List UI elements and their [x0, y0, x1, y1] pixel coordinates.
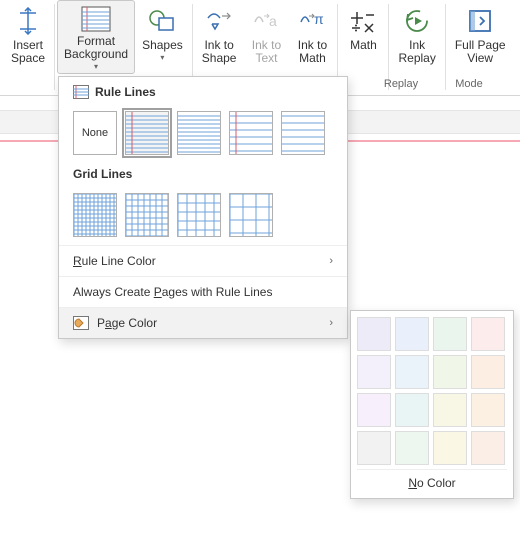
ink-to-math-icon: π — [296, 5, 328, 37]
page-color-swatch-10[interactable] — [433, 393, 467, 427]
chevron-right-icon: › — [329, 255, 333, 267]
page-color-swatch-11[interactable] — [471, 393, 505, 427]
page-color-swatch-8[interactable] — [357, 393, 391, 427]
insert-space-button[interactable]: Insert Space — [4, 0, 52, 74]
group-replay-label: Replay — [380, 78, 422, 90]
svg-text:π: π — [314, 11, 324, 27]
svg-text:a: a — [269, 13, 277, 29]
chevron-right-icon: › — [329, 317, 333, 329]
page-color-swatch-7[interactable] — [471, 355, 505, 389]
ink-to-math-label: Ink to Math — [298, 39, 327, 65]
rule-wide[interactable] — [281, 111, 325, 155]
math-label: Math — [350, 39, 377, 52]
chevron-down-icon: ▾ — [94, 62, 98, 71]
ink-to-shape-button[interactable]: Ink to Shape — [195, 0, 244, 74]
page-color-grid — [357, 317, 507, 465]
shapes-label: Shapes — [142, 39, 183, 52]
grid-lines-heading: Grid Lines — [73, 167, 333, 181]
page-color-swatch-15[interactable] — [471, 431, 505, 465]
always-rule-lines-item[interactable]: Always Create Pages with Rule Lines — [59, 276, 347, 307]
rule-narrow-margin[interactable] — [125, 111, 169, 155]
rule-narrow[interactable] — [177, 111, 221, 155]
rule-none[interactable]: None — [73, 111, 117, 155]
ink-to-shape-icon — [203, 5, 235, 37]
rule-lines-heading: Rule Lines — [73, 85, 333, 99]
rule-lines-swatches: None — [59, 111, 347, 163]
page-color-swatch-12[interactable] — [357, 431, 391, 465]
format-background-button[interactable]: Format Background ▾ — [57, 0, 135, 74]
page-color-swatch-4[interactable] — [357, 355, 391, 389]
always-rule-lines-label: Always Create Pages with Rule Lines — [73, 285, 272, 299]
rule-lines-heading-label: Rule Lines — [95, 85, 156, 99]
page-color-icon — [73, 316, 89, 330]
page-color-swatch-13[interactable] — [395, 431, 429, 465]
insert-space-label: Insert Space — [11, 39, 45, 65]
page-color-swatch-5[interactable] — [395, 355, 429, 389]
full-page-view-label: Full Page View — [455, 39, 506, 65]
grid-lines-heading-label: Grid Lines — [73, 167, 132, 181]
grid-lines-swatches — [59, 193, 347, 245]
ink-replay-label: Ink Replay — [398, 39, 435, 65]
ink-to-text-button: a Ink to Text — [243, 0, 289, 74]
page-color-item[interactable]: Page Color › — [59, 307, 347, 338]
insert-space-icon — [12, 5, 44, 37]
format-background-label: Format Background — [64, 35, 128, 61]
shapes-button[interactable]: Shapes ▾ — [135, 0, 190, 74]
math-icon — [347, 5, 379, 37]
math-button[interactable]: Math — [340, 0, 386, 74]
grid-medium[interactable] — [125, 193, 169, 237]
rule-line-color-item[interactable]: Rule Line Color › — [59, 245, 347, 276]
page-color-swatch-2[interactable] — [433, 317, 467, 351]
no-color-label: o Color — [417, 476, 456, 490]
page-color-swatch-1[interactable] — [395, 317, 429, 351]
shapes-icon — [146, 5, 178, 37]
format-background-icon — [80, 5, 112, 33]
rule-line-color-label: Rule Line Color — [73, 254, 156, 268]
page-color-flyout: No Color — [350, 310, 514, 499]
no-color-item[interactable]: No Color — [357, 469, 507, 492]
full-page-view-icon — [464, 5, 496, 37]
format-background-dropdown: Rule Lines None Grid Lines Rule Line Col… — [58, 76, 348, 339]
ink-replay-icon — [401, 5, 433, 37]
ink-to-shape-label: Ink to Shape — [202, 39, 237, 65]
ink-to-text-label: Ink to Text — [252, 39, 281, 65]
page-color-swatch-6[interactable] — [433, 355, 467, 389]
grid-xlarge[interactable] — [229, 193, 273, 237]
chevron-down-icon: ▾ — [160, 53, 164, 62]
page-color-swatch-14[interactable] — [433, 431, 467, 465]
page-color-swatch-9[interactable] — [395, 393, 429, 427]
rule-wide-margin[interactable] — [229, 111, 273, 155]
ink-to-text-icon: a — [250, 5, 282, 37]
page-color-label: Page Color — [97, 316, 157, 330]
ink-replay-button[interactable]: Ink Replay — [391, 0, 442, 74]
full-page-view-button[interactable]: Full Page View — [448, 0, 513, 74]
grid-large[interactable] — [177, 193, 221, 237]
page-color-swatch-0[interactable] — [357, 317, 391, 351]
ink-to-math-button[interactable]: π Ink to Math — [289, 0, 335, 74]
grid-small[interactable] — [73, 193, 117, 237]
group-mode-label: Mode — [448, 78, 490, 90]
page-color-swatch-3[interactable] — [471, 317, 505, 351]
